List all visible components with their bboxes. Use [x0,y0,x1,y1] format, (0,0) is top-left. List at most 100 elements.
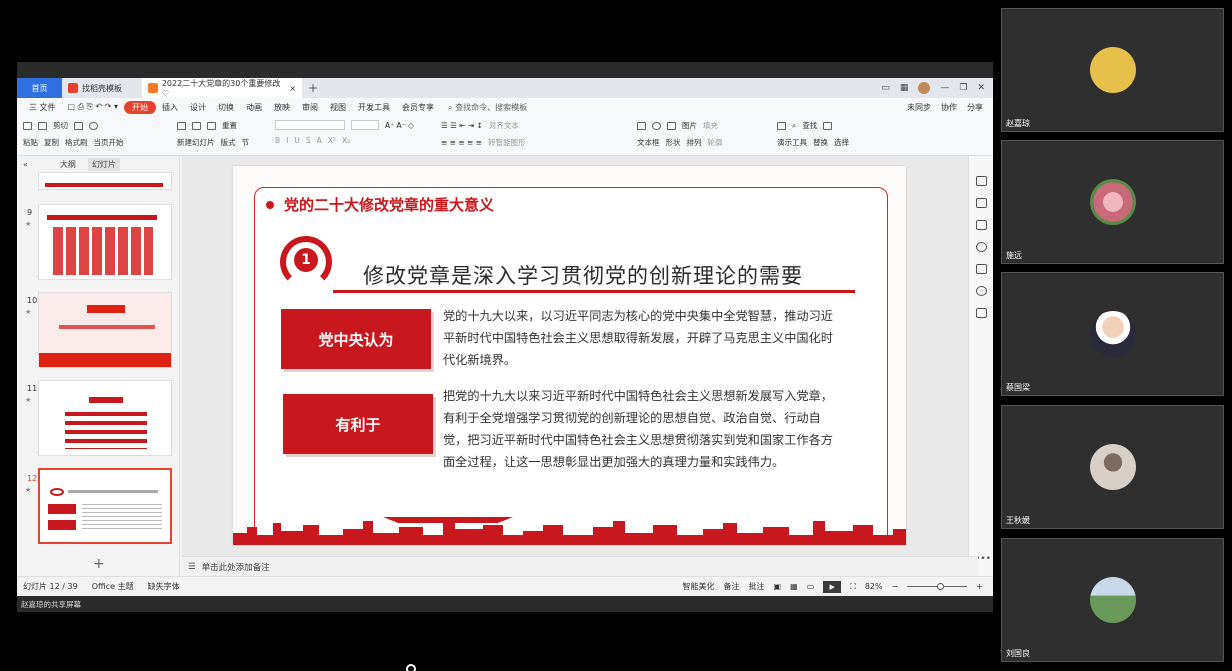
text-box-button[interactable]: 文本框 [637,137,660,148]
paste-icon[interactable] [23,121,32,130]
menu-start[interactable]: 开始 [124,100,157,114]
participant-tile[interactable]: 赵嘉琼 [1001,8,1224,132]
menu-file[interactable]: 三 文件 [23,102,62,113]
font-family-select[interactable] [275,120,345,130]
reset-button[interactable]: 重置 [222,120,237,131]
thumbnail-12[interactable] [38,468,172,544]
menu-member[interactable]: 会员专享 [396,102,440,113]
new-slide-icon[interactable] [177,121,186,130]
avatar[interactable] [918,82,931,94]
sorter-view-icon[interactable]: ▦ [790,582,798,591]
command-search[interactable]: ⌕ 查找命令、搜索模板 [440,102,527,113]
shape-button[interactable]: 形状 [666,137,681,148]
normal-view-icon[interactable]: ▣ [774,582,782,591]
close-window-icon[interactable]: ✕ [977,83,985,93]
tab-document[interactable]: 2022二十大党章的30个重要修改♡ × [142,78,302,98]
layout-icon[interactable] [192,121,201,130]
tab-slides[interactable]: 幻灯片 [87,157,120,171]
select-button[interactable]: 选择 [834,137,849,148]
notes-bar[interactable]: ☰ 单击此处添加备注 [182,556,978,576]
layout-button[interactable]: 版式 [221,137,236,148]
font-color-icon[interactable]: A [317,136,322,145]
help-icon[interactable] [976,242,987,252]
thumbnail-9[interactable] [38,204,172,280]
fit-icon[interactable]: ⛶ [850,582,856,592]
participant-tile[interactable]: 王秋媛 [1001,405,1224,529]
menu-design[interactable]: 设计 [184,102,212,113]
format-painter-icon[interactable] [74,121,83,130]
presentation-tool-button[interactable]: 演示工具 [777,137,807,148]
superscript-icon[interactable]: X² [328,136,336,145]
layout-icon[interactable]: ▭ [881,83,890,93]
menu-animation[interactable]: 动画 [240,102,268,113]
zoom-slider[interactable] [907,583,968,590]
find-button[interactable]: 查找 [802,120,817,131]
new-slide-button[interactable]: 新建幻灯片 [177,137,215,148]
play-slideshow-icon[interactable]: ▶ [823,580,842,593]
missing-font-button[interactable]: 缺失字体 [148,581,180,592]
notes-button[interactable]: 备注 [724,581,740,592]
book-icon[interactable] [976,308,987,318]
menu-developer[interactable]: 开发工具 [352,102,396,113]
location-icon[interactable] [976,286,987,296]
find-icon[interactable]: ⌕ [792,121,796,131]
tab-template[interactable]: 找稻壳模板 [62,78,142,98]
bold-icon[interactable]: B [275,136,280,145]
picture-icon[interactable] [667,121,676,130]
comment-button[interactable]: 批注 [749,581,765,592]
cut-icon[interactable] [38,121,47,130]
menu-slideshow[interactable]: 放映 [268,102,296,113]
list-icons[interactable]: ☰ ☰ ⇤ ⇥ ↕ [441,121,483,130]
thumbnail-8[interactable] [38,172,172,190]
collapse-icon[interactable]: « [23,160,28,169]
grid-icon[interactable]: ▦ [900,83,909,93]
replace-button[interactable]: 替换 [813,137,828,148]
shape-icon[interactable] [652,121,661,130]
align-text-button[interactable]: 对齐文本 [489,120,519,131]
font-size-icons[interactable]: A⁺ A⁻ ◇ [385,121,414,130]
italic-icon[interactable]: I [286,136,288,145]
participant-tile[interactable]: 刘国良 [1001,538,1224,662]
new-tab-icon[interactable]: + [302,81,324,95]
slide[interactable]: 党的二十大修改党章的重大意义 1 修改党章是深入学习贯彻党的创新理论的需要 党中… [233,166,906,545]
tab-home[interactable]: 首页 [17,78,62,98]
add-slide-icon[interactable]: + [93,556,105,572]
select-icon[interactable] [823,121,833,130]
picture-button[interactable]: 图片 [682,120,697,131]
share-button[interactable]: 分享 [967,102,983,113]
menu-transition[interactable]: 切换 [212,102,240,113]
text-box-icon[interactable] [637,121,646,130]
align-icons[interactable]: ≡ ≡ ≡ ≡ ≡ [441,138,482,147]
menu-insert[interactable]: 插入 [156,102,184,113]
restore-icon[interactable]: ❐ [959,83,967,93]
format-painter-button[interactable]: 格式刷 [65,137,88,148]
smart-shape-button[interactable]: 转智能图形 [488,137,526,148]
minimize-icon[interactable]: — [940,83,949,93]
presentation-tool-icon[interactable] [777,121,786,130]
quick-access-icons[interactable]: ▢ ⎙ ⎘ ↶ ↷ ▾ [62,102,125,112]
copy-button[interactable]: 复制 [44,137,59,148]
play-from-current-button[interactable]: 当页开始 [94,137,124,148]
image-icon[interactable] [976,264,987,274]
outline-button[interactable]: 轮廓 [708,137,723,148]
thumbnail-10[interactable] [38,292,172,368]
section-button[interactable]: 节 [242,137,250,148]
copy-icon[interactable] [976,220,987,230]
subscript-icon[interactable]: X₂ [342,136,350,145]
font-size-select[interactable] [351,120,379,130]
zoom-out-icon[interactable]: − [892,582,899,591]
menu-review[interactable]: 审阅 [296,102,324,113]
play-icon[interactable] [89,121,98,130]
fill-button[interactable]: 填充 [703,120,718,131]
participant-tile[interactable]: 蔡国梁 [1001,272,1224,396]
smart-beautify-button[interactable]: 智能美化 [683,581,715,592]
zoom-in-icon[interactable]: + [976,582,983,591]
menu-view[interactable]: 视图 [324,102,352,113]
arrange-button[interactable]: 排列 [687,137,702,148]
strike-icon[interactable]: S [306,136,311,145]
paste-button[interactable]: 粘贴 [23,137,38,148]
underline-icon[interactable]: U [294,136,300,145]
close-icon[interactable]: × [289,84,296,93]
reading-view-icon[interactable]: ▭ [807,582,815,591]
thumbnail-11[interactable] [38,380,172,456]
